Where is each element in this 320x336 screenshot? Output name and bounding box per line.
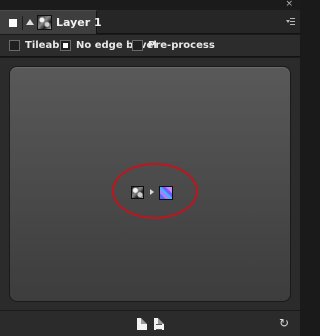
no-edge-bevel-option[interactable]: No edge bevel	[60, 39, 157, 53]
panel-footer: ↻	[0, 310, 300, 336]
visibility-square-icon[interactable]	[9, 19, 17, 27]
close-icon[interactable]: ×	[285, 0, 293, 10]
collapse-arrow-icon[interactable]	[26, 19, 34, 25]
duplicate-document-icon[interactable]	[154, 318, 164, 330]
tab-divider	[22, 16, 23, 30]
panel-header: Layer 1	[0, 10, 300, 34]
tileable-checkbox[interactable]	[9, 40, 20, 51]
layer-thumbnail-icon	[37, 15, 52, 30]
no-edge-bevel-checkbox[interactable]	[60, 40, 71, 51]
refresh-icon[interactable]: ↻	[277, 316, 291, 330]
new-document-icon[interactable]	[137, 318, 147, 330]
pre-process-checkbox[interactable]	[132, 40, 143, 51]
main-area	[0, 58, 300, 310]
preview-canvas[interactable]	[9, 66, 291, 302]
panel-titlebar: ×	[0, 0, 300, 10]
panel-menu-icon[interactable]	[286, 18, 295, 27]
tab-layer-1[interactable]: Layer 1	[0, 10, 102, 34]
annotation-circle	[112, 163, 198, 219]
pre-process-label: Pre-process	[148, 40, 215, 51]
tileable-option[interactable]: Tileable	[9, 39, 70, 53]
options-bar: Tileable No edge bevel Pre-process	[0, 35, 300, 57]
tab-label: Layer 1	[56, 16, 102, 29]
pre-process-option[interactable]: Pre-process	[132, 39, 215, 53]
